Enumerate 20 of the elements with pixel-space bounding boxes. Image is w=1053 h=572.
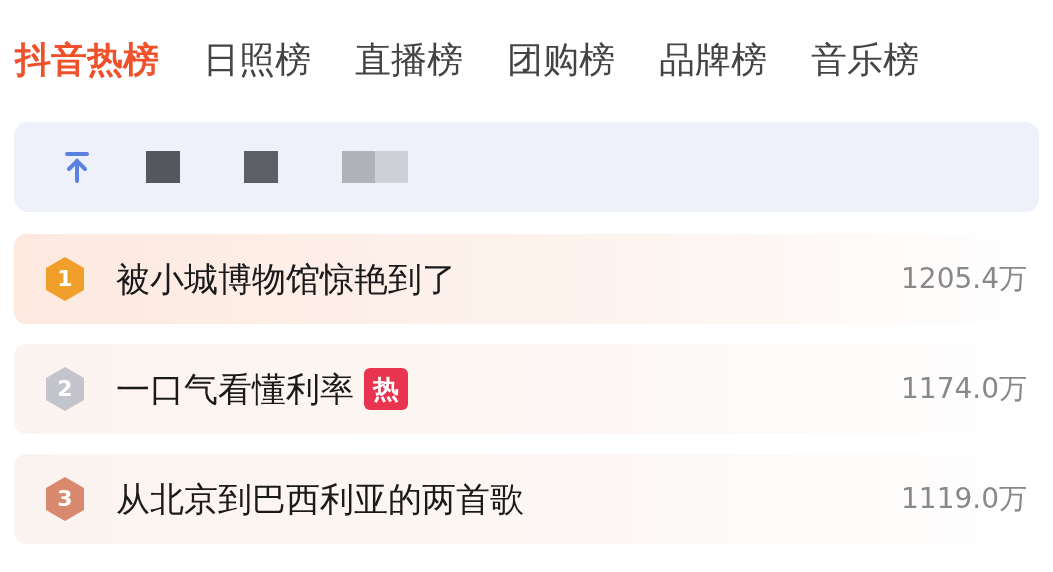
topic-title: 从北京到巴西利亚的两首歌: [116, 478, 524, 520]
rank-number: 1: [56, 266, 74, 292]
tab[interactable]: 日照榜: [203, 38, 311, 82]
tab[interactable]: 抖音热榜: [15, 38, 159, 82]
heat-count: 1174.0万: [901, 371, 1027, 407]
pin-top-icon: [64, 151, 90, 183]
tab[interactable]: 品牌榜: [659, 38, 767, 82]
rank-number: 2: [56, 376, 74, 402]
topic-title: 被小城博物馆惊艳到了: [116, 258, 456, 300]
rank-number: 3: [56, 486, 74, 512]
redacted-block: [146, 151, 180, 183]
hot-tag: 热: [364, 368, 408, 410]
tab[interactable]: 团购榜: [507, 38, 615, 82]
heat-count: 1119.0万: [901, 481, 1027, 517]
tab[interactable]: 音乐榜: [811, 38, 919, 82]
redacted-block: [244, 151, 278, 183]
topic-title: 一口气看懂利率: [116, 368, 354, 410]
heat-count: 1205.4万: [901, 261, 1027, 297]
tab[interactable]: 直播榜: [355, 38, 463, 82]
redacted-block: [342, 151, 408, 183]
